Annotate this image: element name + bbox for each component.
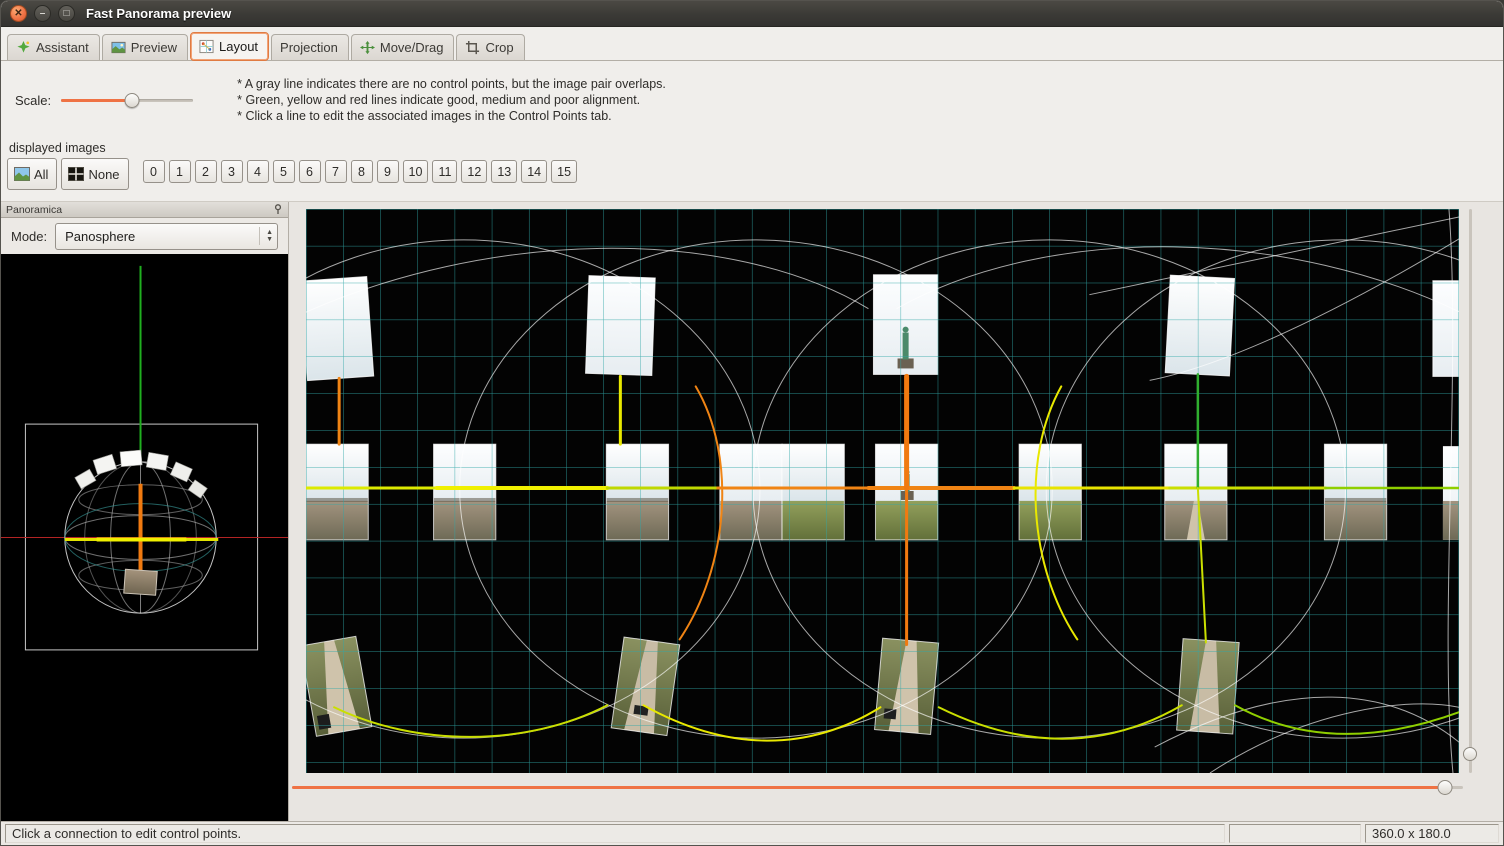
- tab-layout[interactable]: Layout: [190, 32, 269, 61]
- image-toggle-6[interactable]: 6: [299, 160, 321, 183]
- image-toggle-7[interactable]: 7: [325, 160, 347, 183]
- none-button[interactable]: None: [61, 158, 128, 190]
- panorama-dimensions: 360.0 x 180.0: [1365, 824, 1499, 843]
- panosphere-svg: [1, 254, 288, 821]
- tab-label: Move/Drag: [380, 40, 444, 55]
- tab-label: Crop: [485, 40, 513, 55]
- displayed-images-buttons: All None 0 1 2 3 4 5 6 7 8 9 10 11 12 13…: [7, 158, 1493, 190]
- grid-overlay: [306, 209, 1459, 773]
- all-images-icon: [14, 166, 30, 182]
- image-toggle-3[interactable]: 3: [221, 160, 243, 183]
- layout-icon: [199, 39, 214, 54]
- panel-title: Panoramica: [6, 204, 62, 216]
- move-drag-icon: [360, 40, 375, 55]
- status-message: Click a connection to edit control point…: [5, 824, 1225, 843]
- panosphere-view[interactable]: [1, 254, 288, 821]
- horizontal-scrollbar-knob[interactable]: [1438, 780, 1453, 795]
- vertical-scrollbar-trough[interactable]: [1469, 209, 1472, 773]
- legend-line-colors: * Green, yellow and red lines indicate g…: [237, 92, 666, 108]
- none-button-label: None: [88, 167, 119, 182]
- all-button[interactable]: All: [7, 158, 57, 190]
- image-toggle-0[interactable]: 0: [143, 160, 165, 183]
- scale-slider-knob[interactable]: [125, 93, 140, 108]
- displayed-images-section: displayed images All None 0 1 2 3 4 5 6 …: [1, 139, 1503, 201]
- mode-value: Panosphere: [65, 229, 135, 244]
- mode-combobox[interactable]: Panosphere ▲▼: [55, 223, 278, 250]
- legend-line-click: * Click a line to edit the associated im…: [237, 108, 666, 124]
- legend-notes: * A gray line indicates there are no con…: [237, 76, 666, 124]
- layout-area: [289, 202, 1503, 821]
- layout-canvas-svg: [306, 209, 1459, 773]
- image-toggle-2[interactable]: 2: [195, 160, 217, 183]
- tab-label: Layout: [219, 39, 258, 54]
- close-icon: ✕: [14, 9, 22, 19]
- titlebar: ✕ – □ Fast Panorama preview: [1, 1, 1503, 27]
- tab-assistant[interactable]: Assistant: [7, 34, 100, 60]
- crop-icon: [465, 40, 480, 55]
- maximize-button[interactable]: □: [58, 5, 75, 22]
- horizontal-scrollbar-fill: [292, 786, 1445, 789]
- image-toggle-5[interactable]: 5: [273, 160, 295, 183]
- image-toggle-15[interactable]: 15: [551, 160, 577, 183]
- pin-icon[interactable]: [273, 204, 283, 215]
- maximize-icon: □: [63, 9, 69, 19]
- image-toggle-14[interactable]: 14: [521, 160, 547, 183]
- all-button-label: All: [34, 167, 48, 182]
- vertical-scrollbar-knob[interactable]: [1463, 747, 1477, 761]
- content: Panoramica Mode: Panosphere ▲▼: [1, 201, 1503, 821]
- image-toggle-8[interactable]: 8: [351, 160, 373, 183]
- scale-slider-fill: [61, 99, 132, 102]
- tab-crop[interactable]: Crop: [456, 34, 524, 60]
- mode-label: Mode:: [11, 229, 47, 244]
- status-spacer: [1229, 824, 1361, 843]
- image-toggle-10[interactable]: 10: [403, 160, 429, 183]
- tab-label: Assistant: [36, 40, 89, 55]
- image-toggle-11[interactable]: 11: [432, 160, 457, 183]
- app-window: ✕ – □ Fast Panorama preview Assistant Pr…: [0, 0, 1504, 846]
- no-images-icon: [68, 166, 84, 182]
- legend-line-gray: * A gray line indicates there are no con…: [237, 76, 666, 92]
- vertical-scrollbar[interactable]: [1463, 209, 1477, 773]
- layout-canvas[interactable]: [306, 209, 1459, 773]
- window-title: Fast Panorama preview: [86, 6, 231, 21]
- spinner-arrows-icon: ▲▼: [259, 227, 273, 245]
- horizontal-scrollbar[interactable]: [292, 780, 1463, 795]
- image-toggle-13[interactable]: 13: [491, 160, 517, 183]
- tab-projection[interactable]: Projection: [271, 34, 349, 60]
- tab-preview[interactable]: Preview: [102, 34, 188, 60]
- minimize-button[interactable]: –: [34, 5, 51, 22]
- tab-move-drag[interactable]: Move/Drag: [351, 34, 455, 60]
- image-toggle-1[interactable]: 1: [169, 160, 191, 183]
- displayed-images-label: displayed images: [9, 141, 1493, 155]
- tab-label: Projection: [280, 40, 338, 55]
- preview-icon: [111, 40, 126, 55]
- close-button[interactable]: ✕: [10, 5, 27, 22]
- status-bar: Click a connection to edit control point…: [1, 821, 1503, 845]
- minimize-icon: –: [40, 9, 46, 19]
- image-toggle-4[interactable]: 4: [247, 160, 269, 183]
- scale-slider[interactable]: [61, 93, 193, 108]
- panel-header: Panoramica: [1, 202, 288, 218]
- assistant-icon: [16, 40, 31, 55]
- mode-row: Mode: Panosphere ▲▼: [1, 218, 288, 254]
- tab-bar: Assistant Preview Layout Projection Move…: [1, 27, 1503, 61]
- image-toggle-9[interactable]: 9: [377, 160, 399, 183]
- image-toggle-12[interactable]: 12: [461, 160, 487, 183]
- panosphere-panel: Panoramica Mode: Panosphere ▲▼: [1, 202, 289, 821]
- tab-label: Preview: [131, 40, 177, 55]
- scale-label: Scale:: [15, 93, 51, 108]
- scale-section: Scale: * A gray line indicates there are…: [1, 61, 1503, 139]
